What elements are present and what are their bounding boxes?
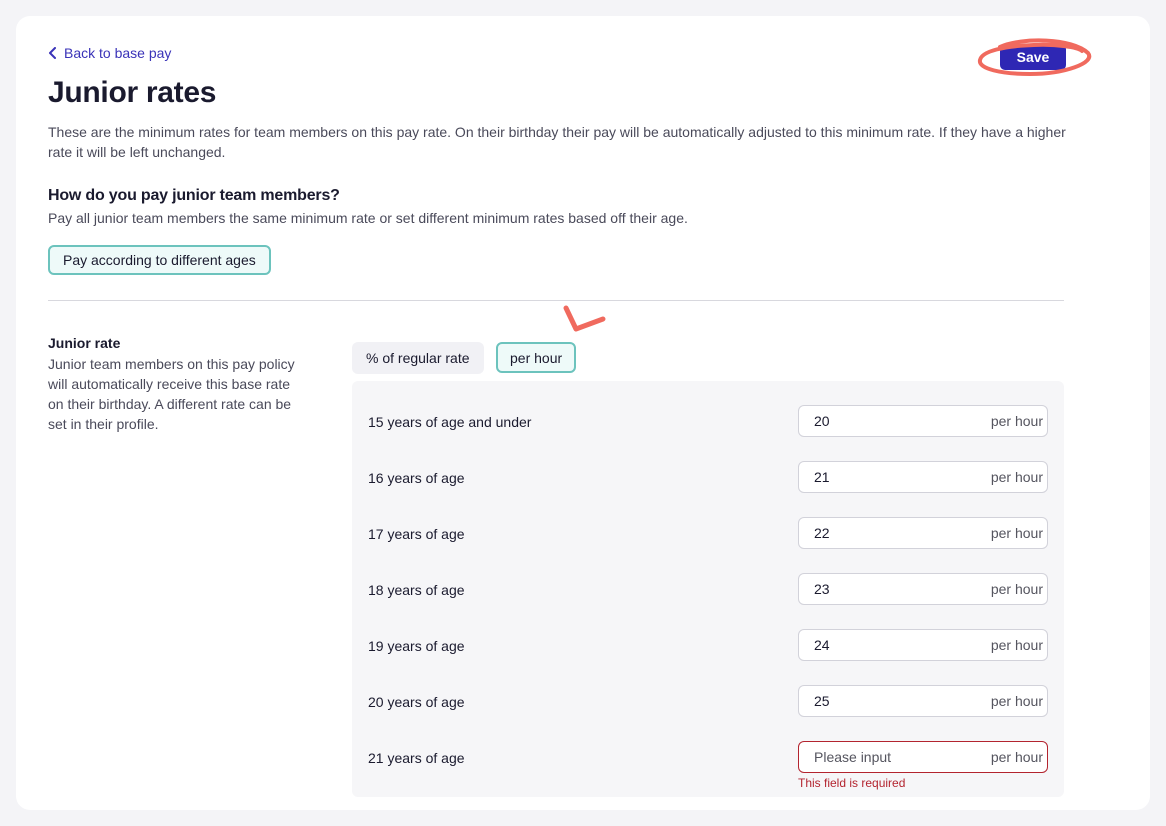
intro-text: These are the minimum rates for team mem… bbox=[48, 124, 1066, 160]
rate-input-17[interactable] bbox=[799, 518, 979, 548]
rate-label: 17 years of age bbox=[368, 526, 465, 542]
save-button[interactable]: Save bbox=[1000, 44, 1066, 70]
back-link-label: Back to base pay bbox=[64, 45, 172, 61]
field-error-message: This field is required bbox=[798, 776, 906, 790]
rate-suffix: per hour bbox=[990, 693, 1043, 709]
percent-regular-rate-toggle[interactable]: % of regular rate bbox=[352, 342, 484, 374]
rate-suffix: per hour bbox=[990, 469, 1043, 485]
rate-suffix: per hour bbox=[990, 413, 1043, 429]
rate-suffix: per hour bbox=[990, 749, 1043, 765]
page-card: Back to base pay Save Junior rates These… bbox=[16, 16, 1150, 810]
checkmark-annotation-icon bbox=[563, 305, 606, 332]
rates-panel: 15 years of age and under per hour 16 ye… bbox=[352, 381, 1064, 797]
rate-label: 18 years of age bbox=[368, 582, 465, 598]
page-title: Junior rates bbox=[48, 76, 217, 109]
payment-question-title: How do you pay junior team members? bbox=[48, 187, 340, 204]
rate-field: per hour bbox=[798, 629, 1048, 661]
rate-input-19[interactable] bbox=[799, 630, 979, 660]
rate-row-15-and-under: 15 years of age and under per hour bbox=[352, 405, 1064, 439]
rate-input-15-and-under[interactable] bbox=[799, 406, 979, 436]
rate-field: per hour bbox=[798, 685, 1048, 717]
rate-row-20: 20 years of age per hour bbox=[352, 685, 1064, 719]
rate-input-16[interactable] bbox=[799, 462, 979, 492]
back-to-base-pay-link[interactable]: Back to base pay bbox=[48, 44, 171, 62]
rate-suffix: per hour bbox=[990, 637, 1043, 653]
rate-label: 20 years of age bbox=[368, 694, 465, 710]
rate-field: per hour bbox=[798, 405, 1048, 437]
rate-row-19: 19 years of age per hour bbox=[352, 629, 1064, 663]
rate-label: 15 years of age and under bbox=[368, 414, 532, 430]
rate-field: per hour bbox=[798, 461, 1048, 493]
rate-field: per hour bbox=[798, 573, 1048, 605]
rate-field: per hour bbox=[798, 517, 1048, 549]
rate-label: 16 years of age bbox=[368, 470, 465, 486]
rate-input-20[interactable] bbox=[799, 686, 979, 716]
junior-rate-title: Junior rate bbox=[48, 335, 121, 351]
rate-input-21[interactable] bbox=[799, 742, 979, 772]
section-divider bbox=[48, 300, 1064, 301]
pay-different-ages-option[interactable]: Pay according to different ages bbox=[48, 245, 271, 275]
chevron-left-icon bbox=[49, 47, 56, 59]
rate-input-18[interactable] bbox=[799, 574, 979, 604]
save-area: Save bbox=[974, 38, 1094, 78]
rate-row-16: 16 years of age per hour bbox=[352, 461, 1064, 495]
rate-row-17: 17 years of age per hour bbox=[352, 517, 1064, 551]
rate-suffix: per hour bbox=[990, 525, 1043, 541]
payment-question-description: Pay all junior team members the same min… bbox=[48, 210, 688, 226]
rate-field: per hour bbox=[798, 741, 1048, 773]
rate-row-21: 21 years of age per hour This field is r… bbox=[352, 741, 1064, 790]
junior-rate-description: Junior team members on this pay policy w… bbox=[48, 356, 295, 432]
rate-row-18: 18 years of age per hour bbox=[352, 573, 1064, 607]
rate-label: 21 years of age bbox=[368, 750, 465, 766]
rate-suffix: per hour bbox=[990, 581, 1043, 597]
rate-label: 19 years of age bbox=[368, 638, 465, 654]
per-hour-toggle[interactable]: per hour bbox=[496, 342, 577, 373]
